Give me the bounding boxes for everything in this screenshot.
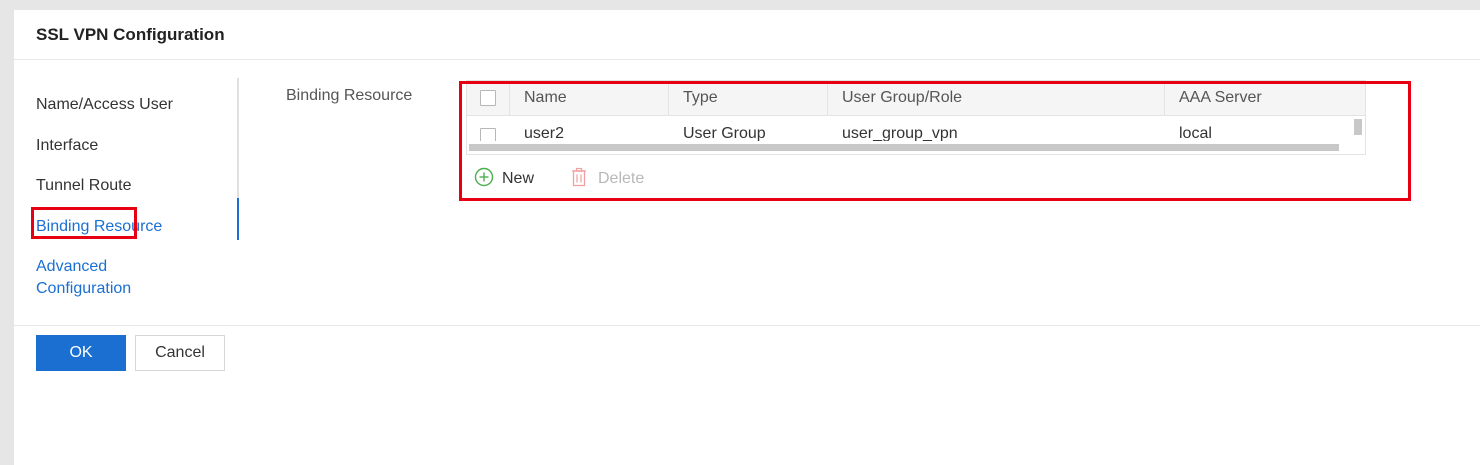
cell-user-group-role: user_group_vpn <box>842 125 958 141</box>
dialog-title: SSL VPN Configuration <box>36 25 225 44</box>
column-header-aaa-server[interactable]: AAA Server <box>1165 81 1365 116</box>
column-header-name[interactable]: Name <box>510 81 669 116</box>
ok-button[interactable]: OK <box>36 335 126 371</box>
delete-button[interactable]: Delete <box>570 167 645 192</box>
nav-item-tunnel-route[interactable]: Tunnel Route <box>36 177 131 195</box>
cell-name: user2 <box>524 125 565 141</box>
select-all-checkbox[interactable] <box>480 90 496 106</box>
ssl-vpn-dialog: SSL VPN Configuration Name/Access User I… <box>14 10 1480 465</box>
nav-item-binding-resource[interactable]: Binding Resource <box>36 218 162 236</box>
column-header-user-group-role[interactable]: User Group/Role <box>828 81 1165 116</box>
column-header-type[interactable]: Type <box>669 81 828 116</box>
cell-aaa-server: local <box>1179 125 1212 141</box>
binding-resource-label: Binding Resource <box>286 87 413 104</box>
trash-icon <box>570 167 588 192</box>
cancel-button[interactable]: Cancel <box>135 335 225 371</box>
dialog-footer-divider <box>14 325 1480 326</box>
binding-resource-table: Name Type User Group/Role AAA Server use… <box>466 80 1366 155</box>
vertical-scrollbar[interactable] <box>1354 119 1362 135</box>
select-all-cell <box>467 81 510 116</box>
new-button-label: New <box>502 170 535 187</box>
side-nav: Name/Access User Interface Tunnel Route … <box>14 78 239 297</box>
cell-type: User Group <box>683 125 766 141</box>
dialog-header: SSL VPN Configuration <box>14 10 1480 60</box>
nav-active-indicator <box>237 198 239 240</box>
horizontal-scrollbar[interactable] <box>469 144 1339 151</box>
table-header: Name Type User Group/Role AAA Server <box>467 81 1365 116</box>
nav-item-name-access-user[interactable]: Name/Access User <box>36 96 173 114</box>
table-row[interactable]: user2 User Group user_group_vpn local <box>467 117 1355 141</box>
new-button[interactable]: New <box>474 167 535 192</box>
delete-button-label: Delete <box>598 170 645 187</box>
nav-item-advanced-configuration[interactable]: Advanced Configuration <box>36 256 146 300</box>
row-checkbox[interactable] <box>480 128 496 141</box>
plus-circle-icon <box>474 167 494 192</box>
nav-item-interface[interactable]: Interface <box>36 137 98 155</box>
